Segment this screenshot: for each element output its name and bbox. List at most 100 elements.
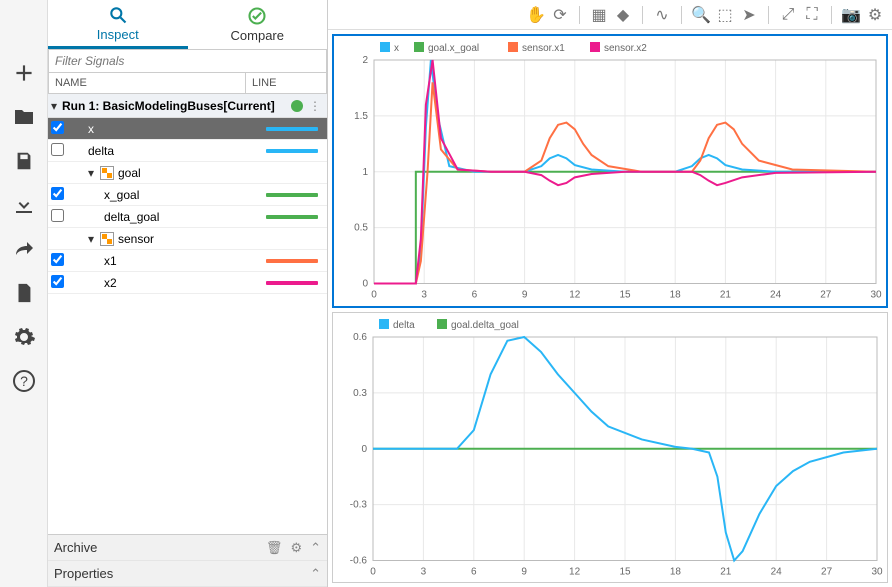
chart-toolbar: ✋ ⟳ ▦ ◆ ∿ 🔍 ⬚ ➤ ⤢ ⛶ 📷 ⚙ (328, 0, 892, 30)
tab-inspect[interactable]: Inspect (48, 0, 188, 49)
cursor-icon[interactable]: ➤ (740, 6, 758, 24)
svg-text:0: 0 (371, 290, 377, 301)
properties-section[interactable]: Properties ⌃ (48, 561, 327, 587)
signal-x2-checkbox[interactable] (51, 275, 64, 288)
svg-text:0.5: 0.5 (354, 223, 368, 234)
line-swatch (266, 281, 318, 285)
signal-x[interactable]: x (48, 118, 327, 140)
svg-text:0.3: 0.3 (353, 387, 367, 398)
svg-text:18: 18 (670, 290, 682, 301)
svg-text:-0.3: -0.3 (350, 499, 368, 510)
trash-icon[interactable]: 🗑 (266, 540, 283, 556)
chart-top[interactable]: 03691215182124273000.511.52xgoal.x_goals… (332, 34, 888, 308)
pan-icon[interactable]: ✋ (527, 6, 545, 24)
svg-text:1.5: 1.5 (354, 111, 368, 122)
clear-icon[interactable]: ◆ (614, 6, 632, 24)
svg-text:sensor.x1: sensor.x1 (522, 43, 565, 54)
signal-delta-goal[interactable]: delta_goal (48, 206, 327, 228)
svg-text:15: 15 (619, 566, 631, 577)
filter-signals-input[interactable] (48, 50, 327, 73)
svg-text:30: 30 (871, 566, 883, 577)
expand-icon[interactable]: ▾ (48, 99, 60, 113)
svg-text:0: 0 (362, 279, 368, 290)
chart-bottom-svg: 036912151821242730-0.6-0.300.30.6deltago… (333, 313, 887, 583)
zoom-region-icon[interactable]: ⬚ (716, 6, 734, 24)
left-toolbar: ? (0, 0, 48, 587)
signal-delta[interactable]: delta (48, 140, 327, 162)
grid-icon[interactable]: ▦ (590, 6, 608, 24)
expand-icon[interactable]: ▾ (88, 166, 100, 180)
chart-top-svg: 03691215182124273000.511.52xgoal.x_goals… (334, 36, 886, 306)
status-dot (291, 100, 303, 112)
replay-icon[interactable]: ⟳ (551, 6, 569, 24)
gear-icon[interactable]: ⚙ (866, 6, 884, 24)
signal-icon[interactable]: ∿ (653, 6, 671, 24)
svg-text:15: 15 (619, 290, 631, 301)
signal-x-goal-checkbox[interactable] (51, 187, 64, 200)
signal-x-checkbox[interactable] (51, 121, 64, 134)
run-row[interactable]: ▾ Run 1: BasicModelingBuses[Current] ⋮ (48, 94, 327, 118)
svg-text:21: 21 (720, 566, 732, 577)
signal-delta-checkbox[interactable] (51, 143, 64, 156)
svg-text:0.6: 0.6 (353, 332, 367, 343)
gear-icon[interactable]: ⚙ (290, 540, 302, 556)
signal-goal-group[interactable]: ▾ goal (48, 162, 327, 184)
tab-compare-label: Compare (231, 28, 284, 43)
tab-inspect-label: Inspect (97, 27, 139, 42)
zoom-icon[interactable]: 🔍 (692, 6, 710, 24)
signal-x1[interactable]: x1 (48, 250, 327, 272)
svg-text:-0.6: -0.6 (350, 555, 368, 566)
line-swatch (266, 215, 318, 219)
expand-icon[interactable]: ⤢ (779, 6, 797, 24)
col-name[interactable]: NAME (49, 73, 246, 93)
document-icon[interactable] (11, 280, 37, 306)
svg-text:21: 21 (720, 290, 732, 301)
col-line[interactable]: LINE (246, 73, 326, 93)
signal-sensor-group[interactable]: ▾ sensor (48, 228, 327, 250)
help-icon[interactable]: ? (11, 368, 37, 394)
panel-tabs: Inspect Compare (48, 0, 327, 50)
bus-icon (100, 166, 114, 180)
svg-text:12: 12 (569, 566, 581, 577)
panel-footer: Archive 🗑 ⚙ ⌃ Properties ⌃ (48, 534, 327, 587)
svg-text:6: 6 (472, 290, 478, 301)
settings-icon[interactable] (11, 324, 37, 350)
svg-text:goal.x_goal: goal.x_goal (428, 43, 479, 54)
chevron-up-icon[interactable]: ⌃ (310, 566, 321, 582)
svg-text:6: 6 (471, 566, 477, 577)
signal-x1-checkbox[interactable] (51, 253, 64, 266)
fullscreen-icon[interactable]: ⛶ (803, 6, 821, 24)
svg-text:0: 0 (361, 443, 367, 454)
signal-panel: Inspect Compare NAME LINE ▾ Run 1: Basic… (48, 0, 328, 587)
svg-text:24: 24 (771, 566, 783, 577)
camera-icon[interactable]: 📷 (842, 6, 860, 24)
import-icon[interactable] (11, 192, 37, 218)
svg-text:3: 3 (421, 566, 427, 577)
line-swatch (266, 127, 318, 131)
archive-section[interactable]: Archive 🗑 ⚙ ⌃ (48, 535, 327, 561)
svg-text:0: 0 (370, 566, 376, 577)
export-icon[interactable] (11, 236, 37, 262)
save-icon[interactable] (11, 148, 37, 174)
signal-x2[interactable]: x2 (48, 272, 327, 294)
svg-text:1: 1 (362, 167, 368, 178)
line-swatch (266, 193, 318, 197)
tab-compare[interactable]: Compare (188, 0, 328, 49)
add-icon[interactable] (11, 60, 37, 86)
svg-text:12: 12 (569, 290, 581, 301)
svg-text:goal.delta_goal: goal.delta_goal (451, 320, 519, 331)
folder-icon[interactable] (11, 104, 37, 130)
bus-icon (100, 232, 114, 246)
chart-bottom[interactable]: 036912151821242730-0.6-0.300.30.6deltago… (332, 312, 888, 584)
svg-text:2: 2 (362, 55, 368, 66)
svg-text:27: 27 (821, 566, 833, 577)
signal-x-goal[interactable]: x_goal (48, 184, 327, 206)
svg-text:?: ? (20, 373, 28, 389)
signal-delta-goal-checkbox[interactable] (51, 209, 64, 222)
expand-icon[interactable]: ▾ (88, 232, 100, 246)
svg-text:27: 27 (820, 290, 832, 301)
svg-text:24: 24 (770, 290, 782, 301)
chevron-up-icon[interactable]: ⌃ (310, 540, 321, 556)
svg-text:sensor.x2: sensor.x2 (604, 43, 647, 54)
run-menu-icon[interactable]: ⋮ (309, 99, 321, 113)
